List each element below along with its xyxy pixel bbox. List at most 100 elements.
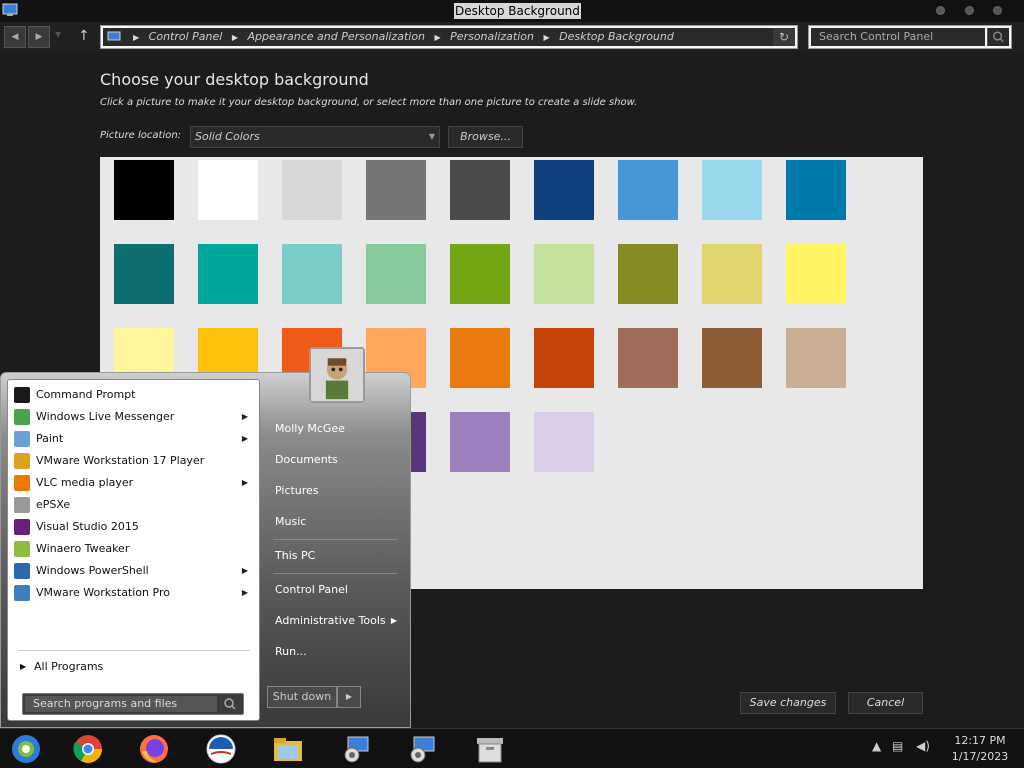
program-label: Windows Live Messenger <box>36 410 175 423</box>
save-changes-button[interactable]: Save changes <box>740 692 836 714</box>
documents-link[interactable]: Documents <box>269 448 401 472</box>
breadcrumb-control-panel[interactable]: Control Panel <box>149 30 223 43</box>
browse-button[interactable]: Browse... <box>448 126 523 148</box>
administrative-tools-link[interactable]: Administrative Tools ▶ <box>269 609 401 633</box>
breadcrumb: ▶ Control Panel ▶ Appearance and Persona… <box>103 28 773 46</box>
volume-icon[interactable]: ◀) <box>916 739 930 753</box>
control-panel-icon[interactable] <box>340 733 372 765</box>
program-item[interactable]: VMware Workstation 17 Player <box>12 450 256 472</box>
divider <box>273 539 397 540</box>
color-swatch[interactable] <box>198 244 258 304</box>
search-box[interactable]: Search Control Panel <box>808 25 1012 49</box>
epsxe-icon <box>14 497 30 513</box>
search-icon[interactable] <box>219 696 241 712</box>
administrative-tools-label: Administrative Tools <box>275 614 386 627</box>
refresh-icon[interactable]: ↻ <box>773 28 795 46</box>
color-swatch[interactable] <box>786 328 846 388</box>
color-swatch[interactable] <box>282 244 342 304</box>
start-search-box[interactable]: Search programs and files <box>22 693 244 715</box>
picture-location-dropdown[interactable]: Solid Colors ▼ <box>190 126 440 148</box>
close-button[interactable] <box>993 6 1002 15</box>
shut-down-options-button[interactable]: ▶ <box>337 686 361 708</box>
program-item[interactable]: Windows Live Messenger ▶ <box>12 406 256 428</box>
color-swatch[interactable] <box>534 328 594 388</box>
this-pc-link[interactable]: This PC <box>269 544 401 568</box>
triangle-right-icon: ▶ <box>241 412 248 421</box>
back-button[interactable]: ◀ <box>4 26 26 48</box>
search-input[interactable]: Search Control Panel <box>811 28 985 46</box>
color-swatch[interactable] <box>702 244 762 304</box>
color-swatch[interactable] <box>618 160 678 220</box>
color-swatch[interactable] <box>450 328 510 388</box>
vmware-player-icon <box>14 453 30 469</box>
start-search-input[interactable]: Search programs and files <box>25 696 217 712</box>
control-panel-icon[interactable] <box>406 733 438 765</box>
start-orb-icon[interactable] <box>10 733 42 765</box>
breadcrumb-personalization[interactable]: Personalization <box>450 30 534 43</box>
clock[interactable]: 12:17 PM 1/17/2023 <box>944 733 1016 765</box>
color-swatch[interactable] <box>366 244 426 304</box>
program-item[interactable]: Command Prompt <box>12 384 256 406</box>
clock-date: 1/17/2023 <box>951 750 1009 763</box>
address-bar[interactable]: ▶ Control Panel ▶ Appearance and Persona… <box>100 25 798 49</box>
music-link[interactable]: Music <box>269 510 401 534</box>
color-swatch[interactable] <box>198 160 258 220</box>
clock-time: 12:17 PM <box>954 734 1006 747</box>
firefox-icon[interactable] <box>138 733 170 765</box>
program-item[interactable]: Visual Studio 2015 <box>12 516 256 538</box>
breadcrumb-desktop-background[interactable]: Desktop Background <box>559 30 674 43</box>
color-swatch[interactable] <box>702 328 762 388</box>
page-instructions: Click a picture to make it your desktop … <box>100 97 638 108</box>
program-item[interactable]: Winaero Tweaker <box>12 538 256 560</box>
network-icon[interactable]: ▤ <box>892 739 903 753</box>
recent-pages-dropdown-icon[interactable]: ▼ <box>55 30 61 39</box>
cancel-button[interactable]: Cancel <box>848 692 923 714</box>
program-label: Command Prompt <box>36 388 136 401</box>
program-item[interactable]: Paint ▶ <box>12 428 256 450</box>
color-swatch[interactable] <box>702 160 762 220</box>
program-item[interactable]: VLC media player ▶ <box>12 472 256 494</box>
program-item[interactable]: VMware Workstation Pro ▶ <box>12 582 256 604</box>
forward-button[interactable]: ▶ <box>28 26 50 48</box>
color-swatch[interactable] <box>534 412 594 472</box>
color-swatch[interactable] <box>618 328 678 388</box>
color-swatch[interactable] <box>786 160 846 220</box>
chrome-icon[interactable] <box>72 733 104 765</box>
user-name-link[interactable]: Molly McGee <box>269 417 401 441</box>
triangle-right-icon: ▶ <box>20 662 27 671</box>
taskbar: ▲ ▤ ◀) 12:17 PM 1/17/2023 <box>0 728 1024 768</box>
search-icon[interactable] <box>987 28 1009 46</box>
maximize-button[interactable] <box>965 6 974 15</box>
divider <box>273 573 397 574</box>
program-item[interactable]: Windows PowerShell ▶ <box>12 560 256 582</box>
program-label: VLC media player <box>36 476 134 489</box>
run-link[interactable]: Run... <box>269 640 401 664</box>
window-title: Desktop Background <box>454 3 581 19</box>
color-swatch[interactable] <box>534 244 594 304</box>
file-explorer-icon[interactable] <box>272 733 304 765</box>
program-item[interactable]: ePSXe <box>12 494 256 516</box>
color-swatch[interactable] <box>114 160 174 220</box>
color-swatch[interactable] <box>618 244 678 304</box>
control-panel-link[interactable]: Control Panel <box>269 578 401 602</box>
color-swatch[interactable] <box>534 160 594 220</box>
user-avatar[interactable] <box>309 347 365 403</box>
color-swatch[interactable] <box>450 160 510 220</box>
archive-icon[interactable] <box>474 733 506 765</box>
color-swatch[interactable] <box>114 244 174 304</box>
color-swatch[interactable] <box>786 244 846 304</box>
pictures-link[interactable]: Pictures <box>269 479 401 503</box>
all-programs-button[interactable]: ▶ All Programs <box>20 656 250 678</box>
vlc-icon <box>14 475 30 491</box>
color-swatch[interactable] <box>450 412 510 472</box>
color-swatch[interactable] <box>282 160 342 220</box>
minimize-button[interactable] <box>936 6 945 15</box>
user-avatar-icon <box>311 349 363 401</box>
shut-down-button[interactable]: Shut down <box>267 686 337 708</box>
color-swatch[interactable] <box>366 160 426 220</box>
obama-logo-icon[interactable] <box>205 733 237 765</box>
color-swatch[interactable] <box>450 244 510 304</box>
up-arrow-icon[interactable]: ↑ <box>78 28 90 44</box>
show-hidden-icons-icon[interactable]: ▲ <box>872 739 881 753</box>
breadcrumb-appearance[interactable]: Appearance and Personalization <box>247 30 425 43</box>
